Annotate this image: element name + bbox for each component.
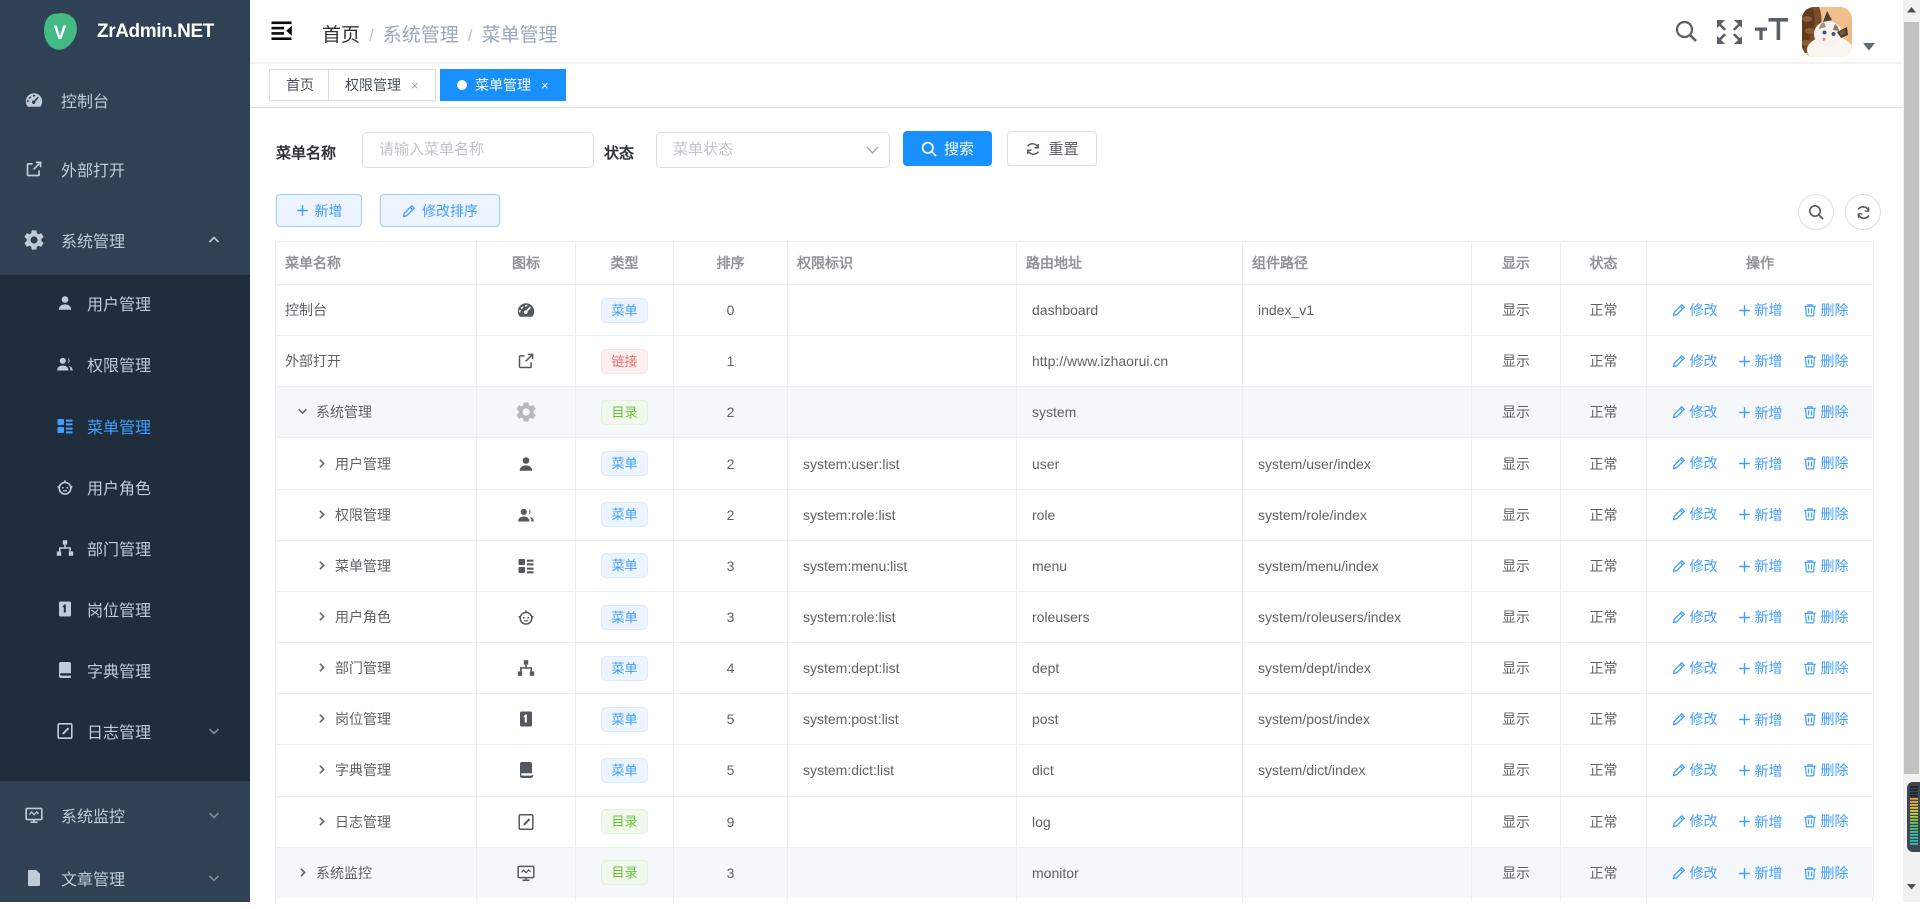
svg-text:V: V [54,23,67,44]
